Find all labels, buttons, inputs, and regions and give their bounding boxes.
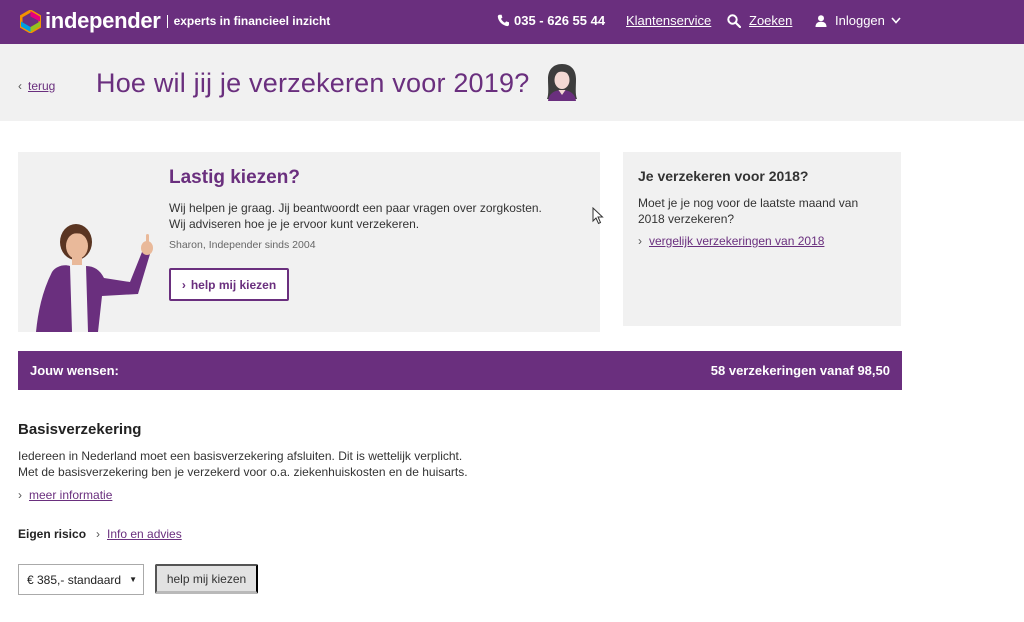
basis-text-line2: Met de basisverzekering ben je verzekerd… — [18, 465, 468, 479]
chevron-right-icon: › — [96, 527, 100, 541]
dropdown-arrow-icon: ▼ — [129, 575, 137, 584]
basis-text-line1: Iedereen in Nederland moet een basisverz… — [18, 449, 463, 463]
title-band: ‹ terug Hoe wil jij je verzekeren voor 2… — [0, 44, 1024, 121]
help-choose-card: Lastig kiezen? Wij helpen je graag. Jij … — [18, 152, 600, 332]
compare-2018-link-label: vergelijk verzekeringen van 2018 — [649, 234, 825, 248]
chevron-down-icon — [891, 17, 901, 24]
advisor-photo — [36, 224, 153, 332]
search-link[interactable]: Zoeken — [727, 13, 792, 28]
insure-2018-card: Je verzekeren voor 2018? Moet je je nog … — [623, 152, 901, 326]
search-link-label: Zoeken — [749, 13, 793, 28]
basisverzekering-description: Iedereen in Nederland moet een basisverz… — [18, 448, 618, 480]
eigen-risico-label: Eigen risico — [18, 527, 87, 541]
logo-hexagon-icon — [20, 9, 41, 33]
brand-name: independer — [45, 8, 161, 33]
user-icon — [815, 14, 827, 27]
logo[interactable]: independer experts in financieel inzicht — [20, 9, 330, 33]
back-link-label: terug — [28, 79, 56, 93]
back-link[interactable]: ‹ terug — [18, 79, 55, 93]
chevron-right-icon: › — [181, 277, 186, 292]
help-me-choose-button[interactable]: › help mij kiezen — [169, 268, 289, 301]
compare-2018-link[interactable]: › vergelijk verzekeringen van 2018 — [638, 234, 824, 248]
page-title: Hoe wil jij je verzekeren voor 2019? — [96, 68, 530, 98]
eigen-risico-selected-value: € 385,- standaard — [27, 572, 122, 587]
wishes-label: Jouw wensen: — [30, 363, 119, 378]
chevron-left-icon: ‹ — [18, 79, 22, 93]
top-navigation-bar: independer experts in financieel inzicht… — [0, 0, 1024, 44]
help-card-text: Wij helpen je graag. Jij beantwoordt een… — [169, 200, 589, 232]
brand-tagline: experts in financieel inzicht — [166, 14, 330, 28]
login-label: Inloggen — [835, 13, 885, 28]
info-advice-link-label: Info en advies — [107, 527, 182, 541]
mouse-cursor-icon — [592, 207, 604, 225]
eigen-risico-help-button[interactable]: help mij kiezen — [155, 564, 258, 594]
results-summary: 58 verzekeringen vanaf 98,50 — [710, 363, 890, 378]
help-card-title: Lastig kiezen? — [169, 167, 300, 188]
help-card-text-line1: Wij helpen je graag. Jij beantwoordt een… — [169, 201, 542, 215]
klantenservice-link[interactable]: Klantenservice — [626, 13, 711, 28]
insure-2018-text: Moet je je nog voor de laatste maand van… — [638, 196, 859, 226]
insure-2018-title: Je verzekeren voor 2018? — [638, 168, 809, 184]
info-advice-link[interactable]: › Info en advies — [96, 527, 182, 541]
help-card-text-line2: Wij adviseren hoe je je ervoor kunt verz… — [169, 217, 420, 231]
phone-icon — [497, 14, 509, 27]
chevron-right-icon: › — [18, 488, 22, 502]
more-info-link-label: meer informatie — [29, 488, 113, 502]
wishes-bar: Jouw wensen: 58 verzekeringen vanaf 98,5… — [18, 351, 902, 390]
search-icon — [727, 13, 741, 28]
more-info-link[interactable]: › meer informatie — [18, 488, 112, 502]
chevron-right-icon: › — [638, 234, 642, 248]
phone-number[interactable]: 035 - 626 55 44 — [497, 13, 605, 28]
advisor-signature: Sharon, Independer sinds 2004 — [169, 239, 316, 251]
phone-number-text: 035 - 626 55 44 — [514, 13, 606, 28]
basisverzekering-heading: Basisverzekering — [18, 421, 142, 438]
help-me-choose-button-label: help mij kiezen — [190, 277, 277, 292]
eigen-risico-select[interactable]: € 385,- standaard ▼ — [18, 564, 144, 595]
login-menu[interactable]: Inloggen — [815, 13, 901, 28]
advisor-avatar-icon — [547, 64, 577, 101]
